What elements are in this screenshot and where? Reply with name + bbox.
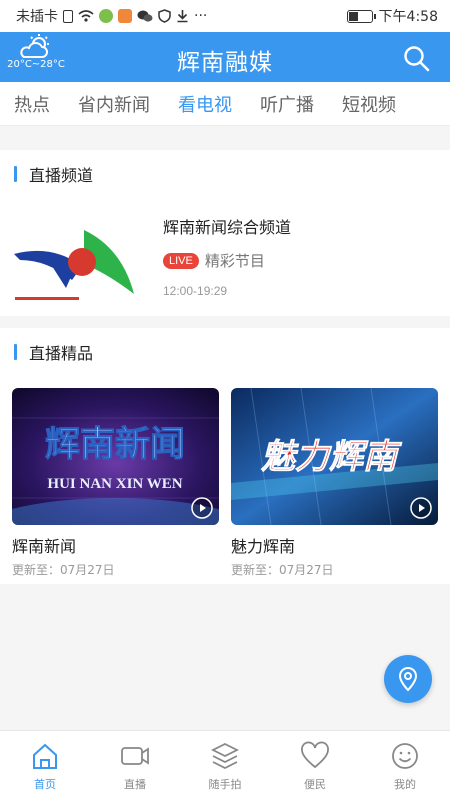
card-title: 魅力辉南 xyxy=(231,537,296,556)
layers-icon xyxy=(210,742,240,770)
thumb-title: 魅力辉南 xyxy=(261,437,402,477)
heart-icon xyxy=(301,741,329,769)
wifi-icon xyxy=(78,10,94,22)
nav-snapshot[interactable]: 随手拍 xyxy=(180,731,270,800)
search-icon[interactable] xyxy=(402,44,430,72)
video-thumbnail: 辉南新闻 HUI NAN XIN WEN xyxy=(12,388,219,525)
section-accent-bar xyxy=(14,166,17,182)
play-icon[interactable] xyxy=(191,497,213,519)
charm-thumbnail-art: 魅力辉南 xyxy=(231,388,438,525)
featured-card[interactable]: 魅力辉南 魅力辉南 更新至：07月27日 xyxy=(231,388,438,578)
card-title: 辉南新闻 xyxy=(12,537,77,556)
tab-radio[interactable]: 听广播 xyxy=(246,91,328,117)
thumb-subtitle: HUI NAN XIN WEN xyxy=(47,476,182,492)
app-notification-icon xyxy=(118,9,132,23)
channel-name: 辉南新闻综合频道 xyxy=(163,218,292,237)
thumb-title: 辉南新闻 xyxy=(45,424,185,465)
download-icon xyxy=(177,10,188,23)
clock: 下午4:58 xyxy=(378,9,438,25)
channel-item[interactable]: 辉南新闻综合频道 LIVE 精彩节目 12:00-19:29 xyxy=(0,198,450,316)
status-bar-left: 未插卡 ··· xyxy=(16,6,207,26)
location-pin-icon xyxy=(398,666,418,692)
featured-card[interactable]: 辉南新闻 HUI NAN XIN WEN 辉南新闻 更新至：07月27日 xyxy=(12,388,219,578)
status-bar-right: 下午4:58 xyxy=(346,6,438,26)
app-notification-icon xyxy=(99,9,113,23)
more-notifications: ··· xyxy=(194,8,208,24)
bottom-navigation: 首页 直播 随手拍 便民 我的 xyxy=(0,730,450,800)
sim-icon xyxy=(63,9,73,23)
channel-program: 精彩节目 xyxy=(204,252,265,270)
nav-label: 首页 xyxy=(34,778,56,791)
battery-icon xyxy=(346,9,376,23)
video-camera-icon xyxy=(121,747,149,765)
smiley-icon xyxy=(392,743,418,769)
nav-home[interactable]: 首页 xyxy=(0,731,90,800)
home-icon xyxy=(33,743,57,769)
card-update-date: 更新至：07月27日 xyxy=(231,563,334,577)
section-header: 直播频道 xyxy=(0,150,450,198)
nav-label: 直播 xyxy=(124,778,146,791)
status-bar: 未插卡 ··· 下午4:58 xyxy=(0,0,450,32)
channel-live-info: LIVE 精彩节目 xyxy=(163,250,265,271)
nav-services[interactable]: 便民 xyxy=(270,731,360,800)
tab-provincial-news[interactable]: 省内新闻 xyxy=(64,91,164,117)
app-title: 辉南融媒 xyxy=(177,50,273,76)
nav-label: 我的 xyxy=(394,778,416,791)
nav-label: 随手拍 xyxy=(208,778,242,791)
section-title: 直播频道 xyxy=(29,166,94,185)
featured-section: 直播精品 辉南新闻 HUI NAN XIN WEN 辉南新闻 更新至：07月27… xyxy=(0,328,450,584)
card-update-date: 更新至：07月27日 xyxy=(12,563,115,577)
live-channel-section: 直播频道 辉南新闻综合频道 LIVE 精彩节目 12:00-19:29 xyxy=(0,150,450,316)
section-accent-bar xyxy=(14,344,17,360)
location-button[interactable] xyxy=(384,655,432,703)
tab-watch-tv[interactable]: 看电视 xyxy=(164,91,246,117)
shield-icon xyxy=(158,9,171,23)
section-title: 直播精品 xyxy=(29,344,94,363)
channel-time: 12:00-19:29 xyxy=(163,284,228,298)
app-header: 20°C~28°C 辉南融媒 xyxy=(0,32,450,82)
nav-label: 便民 xyxy=(304,778,326,791)
channel-logo xyxy=(14,230,134,300)
play-icon[interactable] xyxy=(410,497,432,519)
nav-profile[interactable]: 我的 xyxy=(360,731,450,800)
nav-live[interactable]: 直播 xyxy=(90,731,180,800)
tab-short-video[interactable]: 短视频 xyxy=(328,91,410,117)
carrier-text: 未插卡 xyxy=(16,9,58,25)
category-tabs: 热点 省内新闻 看电视 听广播 短视频 xyxy=(0,82,450,126)
live-badge: LIVE xyxy=(163,252,199,269)
section-header: 直播精品 xyxy=(0,328,450,376)
wechat-icon xyxy=(137,10,153,22)
news-thumbnail-art: 辉南新闻 HUI NAN XIN WEN xyxy=(12,388,219,525)
tab-hot[interactable]: 热点 xyxy=(0,91,64,117)
featured-list: 辉南新闻 HUI NAN XIN WEN 辉南新闻 更新至：07月27日 魅力辉… xyxy=(0,376,450,577)
video-thumbnail: 魅力辉南 xyxy=(231,388,438,525)
